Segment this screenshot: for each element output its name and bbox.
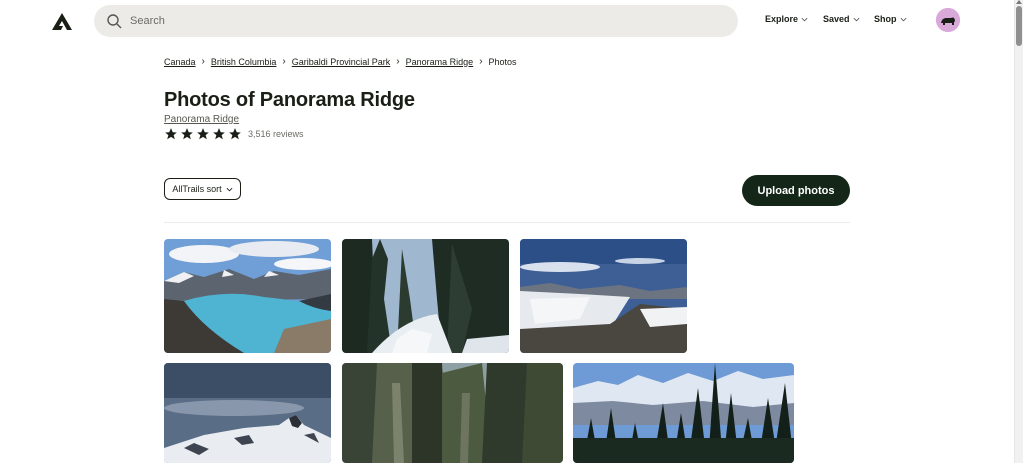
breadcrumb-british-columbia[interactable]: British Columbia [211, 57, 277, 67]
star-icon [165, 128, 177, 140]
chevron-down-icon [801, 17, 808, 21]
breadcrumb-canada[interactable]: Canada [164, 57, 196, 67]
alltrails-logo-icon[interactable] [50, 10, 74, 32]
scrollbar[interactable] [1014, 0, 1023, 463]
breadcrumb-current: Photos [488, 56, 517, 67]
star-icon [213, 128, 225, 140]
nav-shop-label: Shop [874, 14, 897, 24]
nav-explore-label: Explore [765, 14, 799, 24]
photo-mountain-range-pines[interactable] [573, 363, 794, 463]
breadcrumb: Canada › British Columbia › Garibaldi Pr… [164, 56, 517, 67]
trail-link[interactable]: Panorama Ridge [164, 114, 239, 125]
divider [164, 222, 850, 223]
photo-forest-trees[interactable] [342, 363, 563, 463]
star-icon [181, 128, 193, 140]
breadcrumb-separator: › [396, 56, 400, 67]
photo-garibaldi-lake[interactable] [164, 239, 331, 353]
nav-saved-label: Saved [823, 14, 850, 24]
photo-forest-snow-trail[interactable] [342, 239, 509, 353]
chevron-down-icon [900, 17, 906, 21]
upload-photos-label: Upload photos [757, 184, 835, 197]
search-bar[interactable] [94, 5, 738, 37]
bear-avatar-icon [936, 8, 960, 32]
scrollbar-thumb[interactable] [1016, 6, 1022, 46]
nav-saved[interactable]: Saved [823, 14, 860, 24]
chevron-down-icon [226, 187, 233, 191]
chevron-down-icon [853, 17, 859, 21]
search-input[interactable] [130, 15, 690, 27]
star-icon [229, 128, 241, 140]
reviews-count[interactable]: 3,516 reviews [248, 129, 304, 139]
avatar[interactable] [936, 8, 960, 32]
nav-explore[interactable]: Explore [765, 14, 808, 24]
breadcrumb-garibaldi[interactable]: Garibaldi Provincial Park [292, 57, 391, 67]
breadcrumb-separator: › [282, 56, 286, 67]
star-icon [197, 128, 209, 140]
nav-shop[interactable]: Shop [874, 14, 907, 24]
photo-snowy-ridge-clouds[interactable] [520, 239, 687, 353]
breadcrumb-panorama-ridge[interactable]: Panorama Ridge [406, 57, 474, 67]
rating: 3,516 reviews [164, 127, 304, 141]
sort-label: AllTrails sort [172, 184, 222, 194]
sort-dropdown[interactable]: AllTrails sort [164, 178, 241, 200]
breadcrumb-separator: › [479, 56, 483, 67]
upload-photos-button[interactable]: Upload photos [742, 175, 850, 206]
breadcrumb-separator: › [201, 56, 205, 67]
scroll-up-arrow-icon[interactable] [1016, 0, 1022, 4]
page-title: Photos of Panorama Ridge [164, 89, 415, 111]
search-icon [107, 14, 122, 29]
photo-black-tusk-peak[interactable] [164, 363, 331, 463]
